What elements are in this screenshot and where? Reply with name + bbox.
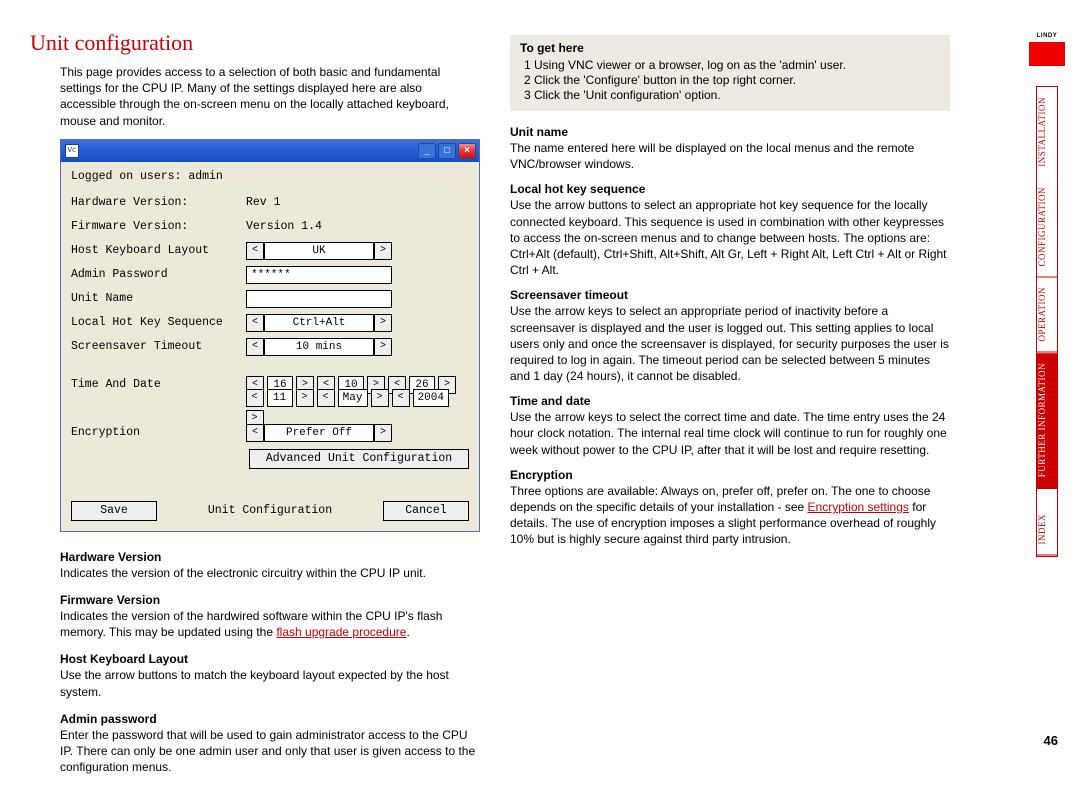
- hw-desc-heading: Hardware Version: [60, 550, 480, 564]
- ss-timeout-label: Screensaver Timeout: [71, 340, 246, 353]
- time-date-label: Time And Date: [71, 378, 246, 391]
- month-value: May: [338, 389, 368, 407]
- status-line: Logged on users: admin: [71, 170, 469, 183]
- cancel-button[interactable]: Cancel: [383, 501, 469, 521]
- kbd-layout-value: UK: [264, 242, 374, 260]
- kbd-prev-button[interactable]: <: [246, 242, 264, 260]
- kbd-desc-heading: Host Keyboard Layout: [60, 652, 480, 666]
- hotkey-text: Use the arrow buttons to select an appro…: [510, 197, 950, 278]
- enc-text: Three options are available: Always on, …: [510, 483, 950, 548]
- unit-name-label: Unit Name: [71, 292, 246, 305]
- fw-desc-heading: Firmware Version: [60, 593, 480, 607]
- month-next-button[interactable]: >: [371, 389, 389, 407]
- page-number: 46: [1044, 733, 1058, 748]
- page-title: Unit configuration: [30, 30, 480, 56]
- lindy-logo: LINDY: [1029, 30, 1065, 66]
- enc-prev-button[interactable]: <: [246, 424, 264, 442]
- td-heading: Time and date: [510, 394, 950, 408]
- nav-index[interactable]: INDEX: [1037, 504, 1057, 556]
- ss-prev-button[interactable]: <: [246, 338, 264, 356]
- day-prev-button[interactable]: <: [246, 389, 264, 407]
- fw-version-value: Version 1.4: [246, 220, 322, 233]
- hotkey-value: Ctrl+Alt: [264, 314, 374, 332]
- maximize-button[interactable]: □: [438, 143, 456, 159]
- encryption-settings-link[interactable]: Encryption settings: [808, 500, 909, 514]
- save-button[interactable]: Save: [71, 501, 157, 521]
- year-prev-button[interactable]: <: [392, 389, 410, 407]
- getbox-title: To get here: [520, 41, 940, 55]
- enc-next-button[interactable]: >: [374, 424, 392, 442]
- encryption-value: Prefer Off: [264, 424, 374, 442]
- pwd-desc-heading: Admin password: [60, 712, 480, 726]
- nav-operation[interactable]: OPERATION: [1037, 277, 1057, 353]
- ss-text: Use the arrow keys to select an appropri…: [510, 303, 950, 384]
- ss-heading: Screensaver timeout: [510, 288, 950, 302]
- admin-pwd-label: Admin Password: [71, 268, 246, 281]
- hotkey-label: Local Hot Key Sequence: [71, 316, 246, 329]
- window-subtitle: Unit Configuration: [208, 504, 332, 517]
- fw-desc-text: Indicates the version of the hardwired s…: [60, 608, 480, 640]
- to-get-here-box: To get here 1 Using VNC viewer or a brow…: [510, 35, 950, 111]
- month-prev-button[interactable]: <: [317, 389, 335, 407]
- nav-configuration[interactable]: CONFIGURATION: [1037, 177, 1057, 278]
- unit-name-value[interactable]: [246, 290, 392, 308]
- nav-installation[interactable]: INSTALLATION: [1037, 87, 1057, 177]
- encryption-label: Encryption: [71, 426, 246, 439]
- flash-upgrade-link[interactable]: flash upgrade procedure: [276, 625, 406, 639]
- hotkey-heading: Local hot key sequence: [510, 182, 950, 196]
- titlebar: Vc _ □ ×: [61, 140, 479, 162]
- side-nav: INSTALLATION CONFIGURATION OPERATION FUR…: [1036, 86, 1058, 557]
- hw-desc-text: Indicates the version of the electronic …: [60, 565, 480, 581]
- day-value: 11: [267, 389, 293, 407]
- intro-text: This page provides access to a selection…: [60, 64, 480, 129]
- unitname-heading: Unit name: [510, 125, 950, 139]
- getbox-step1: 1 Using VNC viewer or a browser, log on …: [520, 58, 940, 72]
- minimize-button[interactable]: _: [418, 143, 436, 159]
- ss-next-button[interactable]: >: [374, 338, 392, 356]
- enc-heading: Encryption: [510, 468, 950, 482]
- getbox-step3: 3 Click the 'Unit configuration' option.: [520, 88, 940, 102]
- admin-pwd-value[interactable]: ******: [246, 266, 392, 284]
- hw-version-value: Rev 1: [246, 196, 281, 209]
- year-value: 2004: [413, 389, 449, 407]
- td-text: Use the arrow keys to select the correct…: [510, 409, 950, 458]
- unitname-text: The name entered here will be displayed …: [510, 140, 950, 172]
- window-icon: Vc: [65, 144, 79, 158]
- advanced-config-button[interactable]: Advanced Unit Configuration: [249, 449, 469, 469]
- fw-version-label: Firmware Version:: [71, 220, 246, 233]
- getbox-step2: 2 Click the 'Configure' button in the to…: [520, 73, 940, 87]
- day-next-button[interactable]: >: [296, 389, 314, 407]
- close-button[interactable]: ×: [458, 143, 476, 159]
- hotkey-prev-button[interactable]: <: [246, 314, 264, 332]
- hotkey-next-button[interactable]: >: [374, 314, 392, 332]
- nav-further-info[interactable]: FURTHER INFORMATION: [1037, 353, 1057, 488]
- kbd-next-button[interactable]: >: [374, 242, 392, 260]
- kbd-desc-text: Use the arrow buttons to match the keybo…: [60, 667, 480, 699]
- hw-version-label: Hardware Version:: [71, 196, 246, 209]
- config-window: Vc _ □ × Logged on users: admin Hardware…: [60, 139, 480, 532]
- pwd-desc-text: Enter the password that will be used to …: [60, 727, 480, 776]
- kbd-layout-label: Host Keyboard Layout: [71, 244, 246, 257]
- ss-timeout-value: 10 mins: [264, 338, 374, 356]
